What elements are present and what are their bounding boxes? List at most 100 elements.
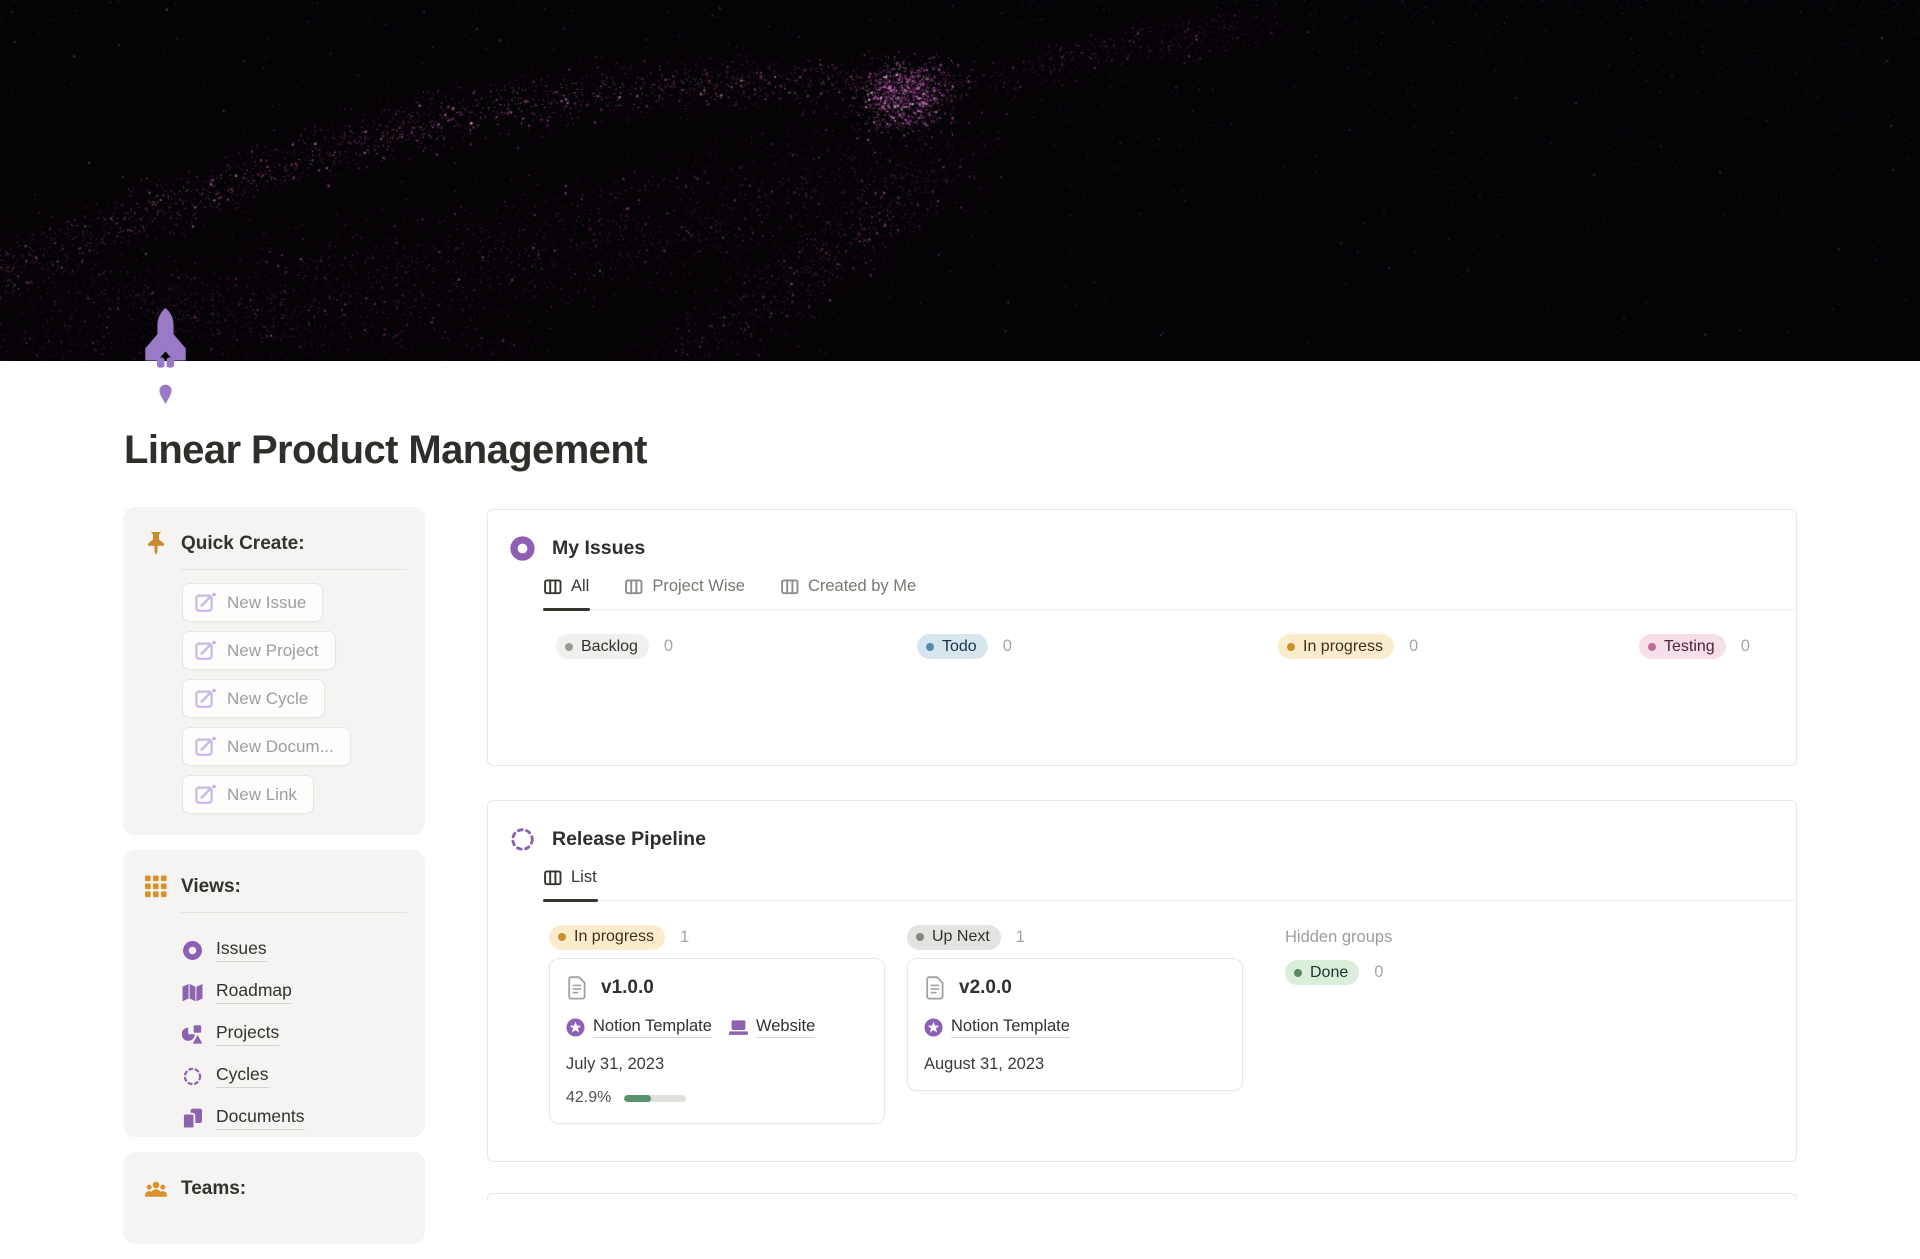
status-label: Todo: [942, 637, 977, 655]
rocket-icon[interactable]: [142, 308, 189, 405]
tab-label: List: [571, 868, 597, 886]
sidebar-item-roadmap[interactable]: Roadmap: [182, 971, 407, 1013]
progress-bar: [624, 1094, 687, 1102]
status-dot: [1287, 642, 1295, 651]
compose-icon: [195, 688, 216, 708]
pushpin-icon: [148, 532, 164, 555]
page-icon: [926, 976, 944, 1000]
status-label: Up Next: [932, 928, 990, 945]
group-count: 0: [1374, 963, 1384, 981]
page-icon: [568, 976, 586, 1000]
group-testing: Testing 0: [1639, 634, 1796, 659]
sidebar-item-projects[interactable]: Projects: [182, 1013, 407, 1055]
group-in-progress: In progress 0: [1278, 634, 1639, 659]
sidebar-item-cycles[interactable]: Cycles: [182, 1055, 407, 1097]
group-count: 0: [1740, 637, 1750, 655]
documents-icon: [182, 1107, 203, 1129]
release-date: August 31, 2023: [924, 1055, 1045, 1073]
next-database-card-edge: [487, 1193, 1797, 1201]
status-badge-in-progress[interactable]: In progress: [549, 924, 666, 950]
group-count: 0: [663, 637, 674, 655]
release-card-v2[interactable]: v2.0.0 Notion Template August 31, 2023: [907, 958, 1243, 1091]
relation-link-website[interactable]: Website: [728, 1017, 816, 1038]
release-title: v1.0.0: [601, 977, 654, 998]
status-dot: [916, 933, 924, 941]
button-label: New Link: [227, 784, 297, 804]
donut-icon: [182, 940, 203, 961]
view-link-label: Roadmap: [216, 980, 292, 1004]
tab-label: All: [571, 577, 590, 595]
board-view-icon: [544, 869, 562, 885]
tab-all[interactable]: All: [542, 577, 591, 611]
pipeline-column-up-next: Up Next 1 v2.0.0 Notion Template August …: [907, 924, 1285, 1124]
progress-row: 42.9%: [566, 1089, 868, 1107]
quick-create-heading: Quick Create:: [181, 532, 305, 554]
group-count: 0: [1002, 637, 1012, 655]
dashed-circle-icon: [511, 828, 534, 851]
status-dot: [1648, 642, 1656, 651]
tab-project-wise[interactable]: Project Wise: [625, 577, 745, 609]
starfield-nebula-canvas: [0, 0, 1920, 361]
star-badge-icon: [566, 1018, 585, 1037]
new-cycle-button[interactable]: New Cycle: [182, 679, 326, 718]
my-issues-database-card: My Issues All Project Wise Created by Me…: [487, 509, 1797, 766]
status-badge-done[interactable]: Done: [1285, 960, 1360, 985]
status-badge-in-progress[interactable]: In progress: [1278, 634, 1395, 659]
tab-list[interactable]: List: [543, 868, 598, 902]
status-label: Backlog: [581, 637, 638, 655]
group-count: 0: [1409, 637, 1419, 655]
button-label: New Issue: [227, 592, 307, 612]
donut-icon: [509, 535, 536, 562]
compose-icon: [195, 640, 216, 660]
pipeline-column-hidden: Hidden groups Done 0: [1285, 924, 1796, 1124]
status-badge-up-next[interactable]: Up Next: [907, 924, 1001, 950]
database-title: Release Pipeline: [552, 828, 706, 850]
tab-created-by-me[interactable]: Created by Me: [781, 577, 916, 609]
status-badge-todo[interactable]: Todo: [917, 634, 988, 659]
status-label: In progress: [574, 928, 655, 945]
button-label: New Cycle: [227, 688, 309, 708]
release-date: July 31, 2023: [566, 1055, 665, 1073]
progress-bar-fill: [624, 1094, 651, 1102]
star-badge-icon: [924, 1018, 943, 1037]
relation-label: Notion Template: [951, 1017, 1070, 1038]
view-link-label: Projects: [216, 1022, 280, 1046]
status-badge-testing[interactable]: Testing: [1639, 634, 1726, 659]
teams-heading: Teams:: [181, 1177, 247, 1199]
board-view-icon: [544, 578, 562, 594]
release-title: v2.0.0: [959, 977, 1012, 998]
pipeline-column-in-progress: In progress 1 v1.0.0 Notion Template Web…: [549, 924, 907, 1124]
map-icon: [182, 983, 203, 1001]
relation-link-notion-template[interactable]: Notion Template: [924, 1017, 1070, 1038]
compose-icon: [195, 736, 216, 756]
release-card-v1[interactable]: v1.0.0 Notion Template Website July 31, …: [549, 958, 885, 1124]
people-icon: [145, 1181, 167, 1197]
release-pipeline-database-card: Release Pipeline List In progress 1 v1.0…: [487, 800, 1797, 1162]
status-badge-backlog[interactable]: Backlog: [556, 634, 649, 659]
new-project-button[interactable]: New Project: [182, 631, 336, 670]
progress-percent-label: 42.9%: [566, 1089, 612, 1106]
new-link-button[interactable]: New Link: [182, 775, 314, 814]
teams-card: Teams:: [123, 1152, 425, 1244]
view-link-label: Cycles: [216, 1064, 269, 1088]
new-issue-button[interactable]: New Issue: [182, 583, 324, 622]
status-label: Testing: [1664, 637, 1715, 655]
view-tabs: All Project Wise Created by Me: [542, 577, 1796, 611]
cover-image: [0, 0, 1920, 361]
status-dot: [926, 642, 934, 651]
button-label: New Docum...: [227, 736, 334, 756]
status-label: Done: [1310, 963, 1349, 981]
board-view-icon: [625, 578, 643, 594]
page-title: Linear Product Management: [124, 428, 647, 472]
hidden-groups-label[interactable]: Hidden groups: [1285, 924, 1796, 950]
button-label: New Project: [227, 640, 319, 660]
view-tabs: List: [543, 868, 1796, 902]
sidebar-item-documents[interactable]: Documents: [182, 1097, 407, 1139]
group-backlog: Backlog 0: [556, 634, 917, 659]
compose-icon: [195, 592, 216, 612]
group-count: 1: [1015, 927, 1025, 946]
relation-link-notion-template[interactable]: Notion Template: [566, 1017, 712, 1038]
dashed-circle-icon: [183, 1067, 202, 1085]
new-document-button[interactable]: New Docum...: [182, 727, 351, 766]
sidebar-item-issues[interactable]: Issues: [182, 929, 407, 971]
